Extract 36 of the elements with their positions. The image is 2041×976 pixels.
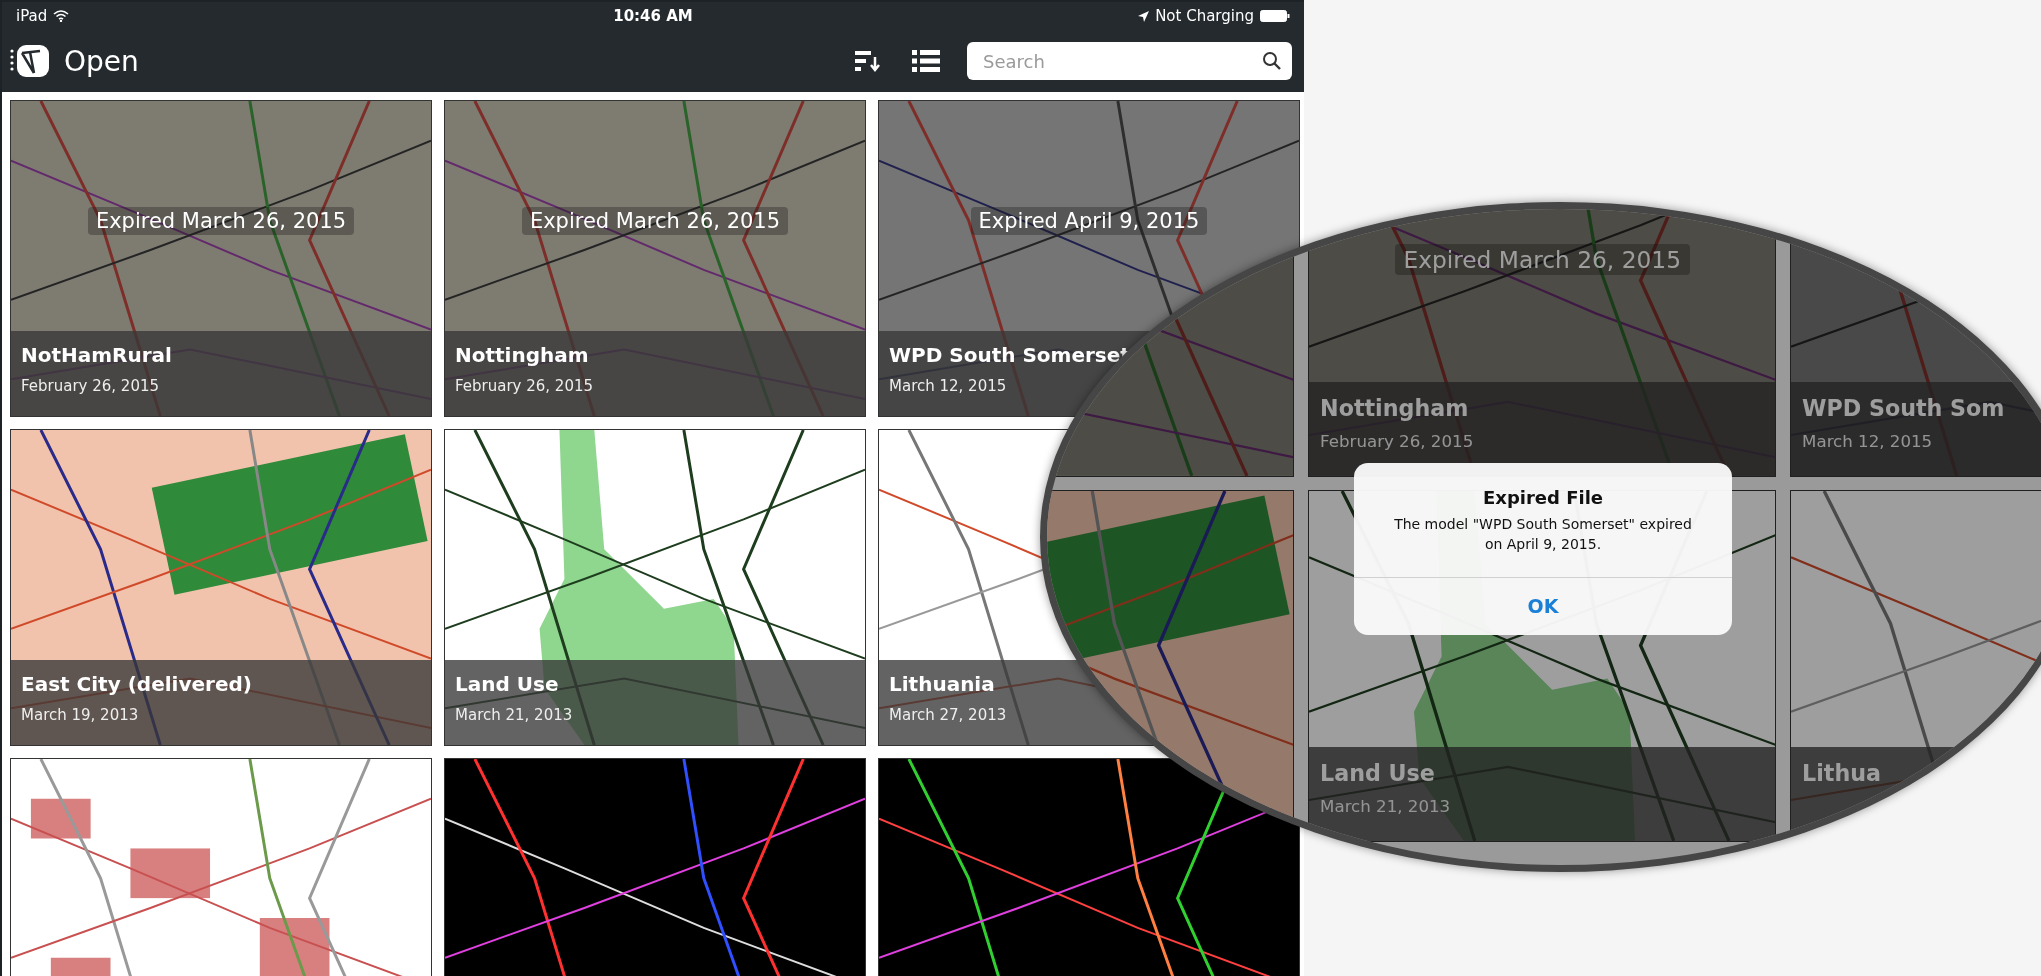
file-title: Nottingham [455,343,590,367]
file-date: February 26, 2015 [21,377,161,395]
battery-status: Not Charging [1155,7,1254,25]
file-title: Nottingham [1320,394,1470,421]
expired-note: Expired April 9, 2015 [970,207,1208,235]
file-date: March 19, 2013 [21,706,140,724]
file-title: WPD South Som [1802,394,2006,421]
file-date: March 12, 2015 [889,377,1008,395]
file-title: East City (delivered) [21,672,253,696]
app-logo-icon[interactable] [10,43,50,79]
file-title: Lithuania [889,672,996,696]
file-date: March 12, 2015 [1802,431,1934,451]
status-time: 10:46 AM [613,7,693,25]
search-field[interactable]: Search [967,42,1292,80]
wifi-icon [53,10,70,22]
file-title: NotHamRural [21,343,173,367]
file-title: Land Use [455,672,560,696]
ok-button[interactable]: OK [1354,576,1732,635]
expired-note: Expired March 26, 2015 [87,207,355,235]
device-name: iPad [16,7,48,25]
file-date: March 21, 2013 [455,706,574,724]
file-title: Lithua [1802,759,1882,786]
battery-icon [1260,10,1290,22]
search-icon [1262,51,1282,71]
alert-title: Expired File [1482,487,1603,508]
expired-note: Expired March 26, 2015 [1394,243,1690,276]
file-date: February 26, 2015 [1320,431,1475,451]
file-date: March 27, 2013 [889,706,1008,724]
file-title: WPD South Somerset [889,343,1131,367]
expired-note: Expired March 26, 2015 [521,207,789,235]
file-date: February 26, 2015 [455,377,595,395]
file-date: March 21, 2013 [1320,796,1452,816]
alert-message: The model "WPD South Somerset" expired on April 9, 2015. [1394,515,1692,555]
location-arrow-icon [1138,10,1150,22]
file-title: Land Use [1320,759,1436,786]
screen-title: Open [64,44,139,78]
